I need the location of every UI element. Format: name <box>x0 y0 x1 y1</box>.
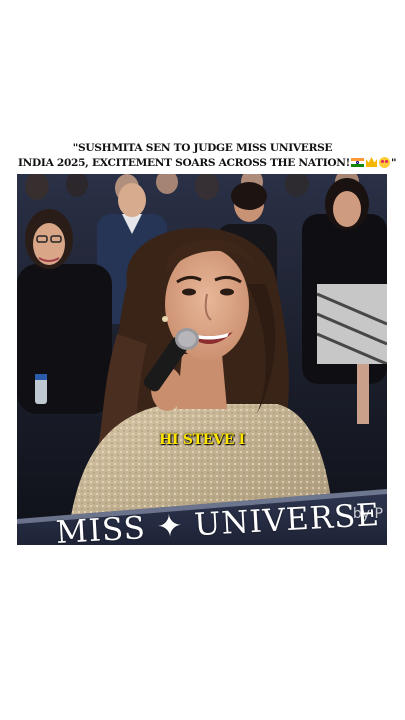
headline-closing-quote: " <box>391 157 397 169</box>
india-flag-icon <box>351 158 365 167</box>
subtitle-caption: HI STEVE I <box>159 432 245 448</box>
crown-icon <box>366 157 378 167</box>
video-frame[interactable]: HI STEVE I MISS ✦ UNIVERSE by P <box>17 174 387 545</box>
headline-line-2: INDIA 2025, EXCITEMENT SOARS ACROSS THE … <box>18 156 397 171</box>
headline: "SUSHMITA SEN TO JUDGE MISS UNIVERSE IND… <box>18 141 397 171</box>
heart-eyes-icon <box>379 157 391 168</box>
video-scene <box>17 174 387 545</box>
shorts-page: "SUSHMITA SEN TO JUDGE MISS UNIVERSE IND… <box>0 0 405 720</box>
watermark: by P <box>352 506 383 522</box>
headline-line-1: "SUSHMITA SEN TO JUDGE MISS UNIVERSE <box>72 142 333 154</box>
headline-line-2-text: INDIA 2025, EXCITEMENT SOARS ACROSS THE … <box>18 157 351 169</box>
